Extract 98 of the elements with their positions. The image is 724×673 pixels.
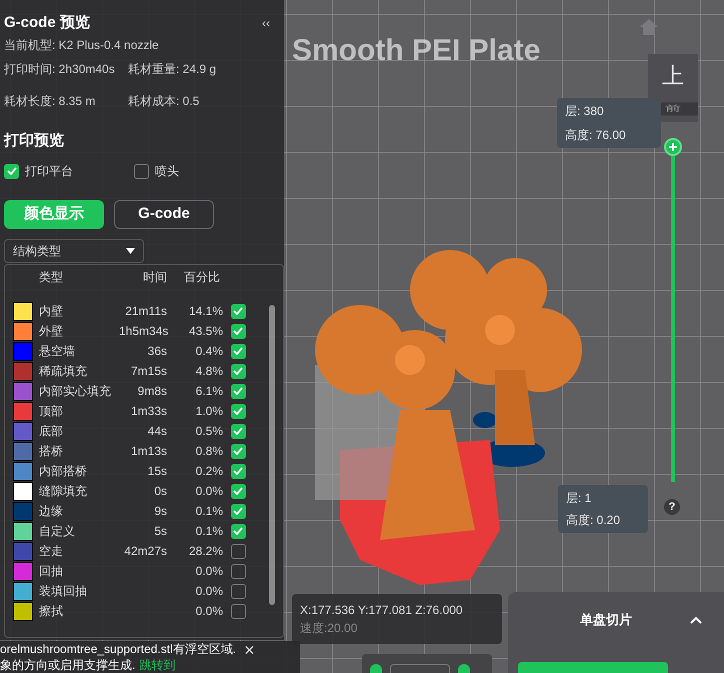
notification-text: 象的方向或启用支撑生成. [0, 657, 136, 673]
section-title: 打印预览 [4, 130, 65, 150]
view-cube[interactable]: 上 前 [648, 54, 698, 122]
feature-name: 装填回抽 [39, 583, 88, 600]
time-value: 9m8s [136, 383, 167, 400]
time-value: 42m27s [123, 543, 167, 560]
time-value: 9s [153, 503, 167, 520]
cube-top-face[interactable]: 上 [648, 54, 698, 96]
checkbox[interactable] [230, 404, 246, 418]
percent-value: 0.1% [194, 523, 223, 540]
view-mode-button[interactable]: G-code [114, 200, 214, 229]
time-value: 44s [146, 423, 167, 440]
percent-value: 0.5% [194, 423, 223, 440]
feature-name: 自定义 [39, 523, 76, 540]
close-button[interactable]: × [244, 641, 255, 659]
feature-name: 底部 [39, 423, 64, 440]
feature-name: 搭桥 [39, 443, 64, 460]
percent-value: 0.0% [194, 563, 223, 580]
time-value: 36s [146, 343, 167, 360]
column-header: 类型 [39, 269, 64, 286]
layer-number: 层: 1 [566, 490, 592, 507]
column-header: 百分比 [183, 269, 221, 286]
percent-value: 4.8% [194, 363, 223, 380]
feature-name: 边缘 [39, 503, 64, 520]
time-value: 21m11s [124, 303, 167, 320]
stat-text: 耗材长度: 8.35 m [4, 92, 96, 110]
checkbox[interactable] [230, 564, 246, 578]
feature-name: 缝隙填充 [39, 483, 88, 500]
checkbox[interactable] [4, 164, 19, 178]
stat-text: 打印时间: 2h30m40s [4, 60, 116, 78]
time-value: 1m13s [130, 443, 167, 460]
feature-name: 内壁 [39, 303, 64, 320]
feature-name: 外壁 [39, 323, 64, 340]
feature-name: 顶部 [39, 403, 64, 420]
stat-text: 耗材重量: 24.9 g [128, 60, 218, 78]
checkbox[interactable] [230, 464, 246, 478]
slice-mode-label: 单盘切片 [579, 610, 633, 629]
checkbox[interactable] [134, 164, 149, 178]
feature-name: 擦拭 [39, 603, 64, 620]
checkbox[interactable] [230, 504, 246, 518]
checkbox[interactable] [230, 344, 246, 358]
chevron-up-icon [690, 616, 702, 624]
time-value: 0s [153, 483, 167, 500]
option-label: 喷头 [155, 163, 179, 180]
panel-title: G-code 预览 [4, 13, 90, 33]
collapse-button[interactable]: ‹‹ [262, 14, 270, 32]
checkbox[interactable] [230, 604, 246, 618]
checkbox[interactable] [230, 484, 246, 498]
percent-value: 1.0% [194, 403, 223, 420]
option-label: 打印平台 [25, 163, 73, 180]
layer-number: 层: 380 [565, 103, 605, 120]
percent-value: 0.0% [194, 603, 223, 620]
percent-value: 0.8% [194, 443, 223, 460]
time-value: 1h5m34s [119, 323, 167, 340]
notification-text: orelmushroomtree_supported.stl有浮空区域. [0, 641, 236, 657]
feature-name: 稀疏填充 [39, 363, 88, 380]
plus-icon [669, 143, 677, 151]
stat-text: 耗材成本: 0.5 [128, 92, 200, 110]
layer-height: 高度: 0.20 [566, 512, 622, 529]
checkbox[interactable] [230, 304, 246, 318]
checkbox[interactable] [230, 544, 246, 558]
time-value: 7m15s [130, 363, 167, 380]
checkbox[interactable] [230, 424, 246, 438]
feature-name: 回抽 [39, 563, 64, 580]
feature-name: 悬空墙 [39, 343, 76, 360]
percent-value: 0.0% [194, 583, 223, 600]
time-value: 5s [153, 523, 167, 540]
percent-value: 0.0% [194, 483, 223, 500]
percent-value: 14.1% [188, 303, 223, 320]
checkbox[interactable] [230, 384, 246, 398]
speed-text: 速度:20.00 [300, 620, 358, 637]
column-header: 时间 [142, 269, 167, 286]
jump-link[interactable]: 跳转到 [139, 657, 176, 673]
layer-height: 高度: 76.00 [565, 127, 627, 144]
percent-value: 0.2% [194, 463, 223, 480]
feature-name: 内部实心填充 [39, 383, 112, 400]
percent-value: 6.1% [194, 383, 223, 400]
machine-label: 当前机型: K2 Plus-0.4 nozzle [4, 36, 160, 54]
percent-value: 0.1% [194, 503, 223, 520]
coordinates-text: X:177.536 Y:177.081 Z:76.000 [300, 602, 464, 619]
percent-value: 43.5% [188, 323, 223, 340]
time-value: 15s [146, 463, 167, 480]
feature-name: 空走 [39, 543, 64, 560]
checkbox[interactable] [230, 524, 246, 538]
feature-name: 内部搭桥 [39, 463, 88, 480]
time-value: 1m33s [130, 403, 167, 420]
percent-value: 28.2% [188, 543, 223, 560]
plate-label: Smooth PEI Plate [292, 33, 540, 69]
checkbox[interactable] [230, 324, 246, 338]
checkbox[interactable] [230, 444, 246, 458]
checkbox[interactable] [230, 364, 246, 378]
dropdown-value: 结构类型 [13, 243, 61, 260]
layer-input-field[interactable] [390, 664, 450, 673]
structure-dropdown[interactable]: 结构类型 [4, 239, 144, 263]
scrollbar[interactable] [269, 305, 275, 605]
caret-icon [126, 248, 135, 254]
percent-value: 0.4% [194, 343, 223, 360]
checkbox[interactable] [230, 584, 246, 598]
